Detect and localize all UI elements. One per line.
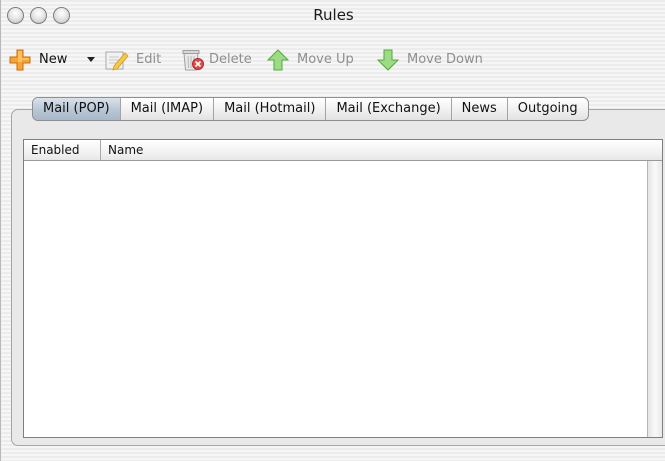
column-header-name[interactable]: Name [101,140,641,160]
move-up-button-label: Move Up [297,52,354,67]
move-down-button[interactable]: Move Down [377,48,502,72]
delete-button[interactable]: Delete [181,48,261,72]
plus-icon [9,49,31,71]
new-button[interactable]: New [9,48,101,72]
new-button-label: New [39,52,68,67]
tab-outgoing[interactable]: Outgoing [508,98,588,120]
chevron-down-icon[interactable] [87,57,95,63]
column-header-enabled[interactable]: Enabled [24,140,101,160]
rules-table: Enabled Name [23,139,663,438]
account-type-tabs: Mail (POP) Mail (IMAP) Mail (Hotmail) Ma… [32,97,589,121]
tab-mail-pop[interactable]: Mail (POP) [33,98,121,120]
move-up-button[interactable]: Move Up [267,48,367,72]
tab-mail-imap[interactable]: Mail (IMAP) [121,98,215,120]
arrow-down-icon [377,49,399,71]
table-header: Enabled Name [24,140,662,161]
window-title: Rules [313,6,354,24]
rules-window: Rules New Edit Delete Move Up Move Down … [0,0,665,461]
trash-icon [182,50,204,71]
tab-mail-exchange[interactable]: Mail (Exchange) [326,98,452,120]
edit-icon [105,51,129,71]
vertical-scrollbar[interactable] [647,161,662,437]
tab-mail-hotmail[interactable]: Mail (Hotmail) [214,98,327,120]
table-body[interactable] [24,161,647,437]
edit-button-label: Edit [136,52,162,67]
toolbar: New Edit Delete Move Up Move Down [1,38,665,84]
tab-news[interactable]: News [452,98,508,120]
arrow-up-icon [267,49,289,71]
delete-button-label: Delete [209,52,252,67]
title-bar[interactable]: Rules [1,0,665,36]
edit-button[interactable]: Edit [105,48,171,72]
move-down-button-label: Move Down [407,52,483,67]
